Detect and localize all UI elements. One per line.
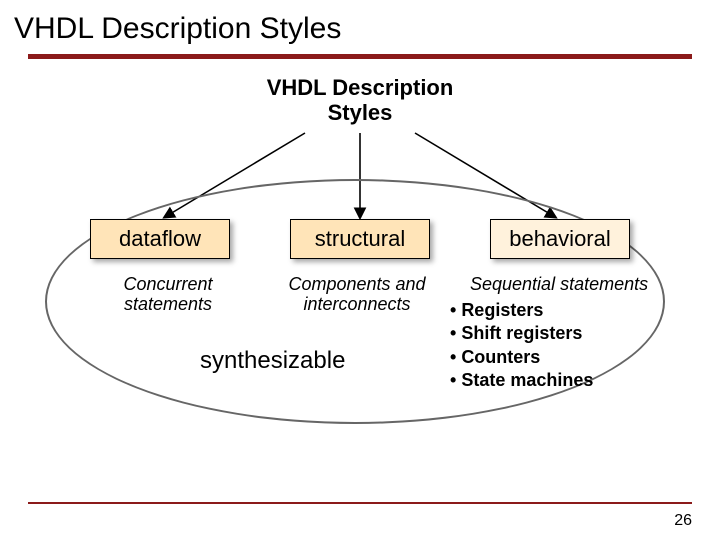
- slide-title: VHDL Description Styles: [0, 0, 720, 54]
- diagram: VHDL DescriptionStyles dataflow structur…: [0, 59, 720, 459]
- page-number: 26: [674, 512, 692, 530]
- node-dataflow: dataflow: [90, 219, 230, 259]
- bullet-text: Registers: [461, 300, 543, 320]
- bullet-item: • Counters: [450, 346, 593, 369]
- sub-behavioral: Sequential statements: [470, 275, 680, 295]
- node-behavioral: behavioral: [490, 219, 630, 259]
- node-structural: structural: [290, 219, 430, 259]
- bullet-text: State machines: [461, 370, 593, 390]
- sub-structural: Components and interconnects: [272, 275, 442, 315]
- bullet-item: • Registers: [450, 299, 593, 322]
- bullet-text: Counters: [461, 347, 540, 367]
- bullet-text: Shift registers: [461, 323, 582, 343]
- node-dataflow-label: dataflow: [119, 226, 201, 251]
- bullet-item: • Shift registers: [450, 322, 593, 345]
- node-behavioral-label: behavioral: [509, 226, 611, 251]
- node-structural-label: structural: [315, 226, 405, 251]
- sub-dataflow: Concurrent statements: [98, 275, 238, 315]
- bullet-item: • State machines: [450, 369, 593, 392]
- root-node-label: VHDL DescriptionStyles: [267, 75, 454, 126]
- behavioral-bullets: • Registers • Shift registers • Counters…: [450, 299, 593, 393]
- synthesizable-label: synthesizable: [200, 347, 345, 375]
- bottom-divider: [28, 502, 692, 504]
